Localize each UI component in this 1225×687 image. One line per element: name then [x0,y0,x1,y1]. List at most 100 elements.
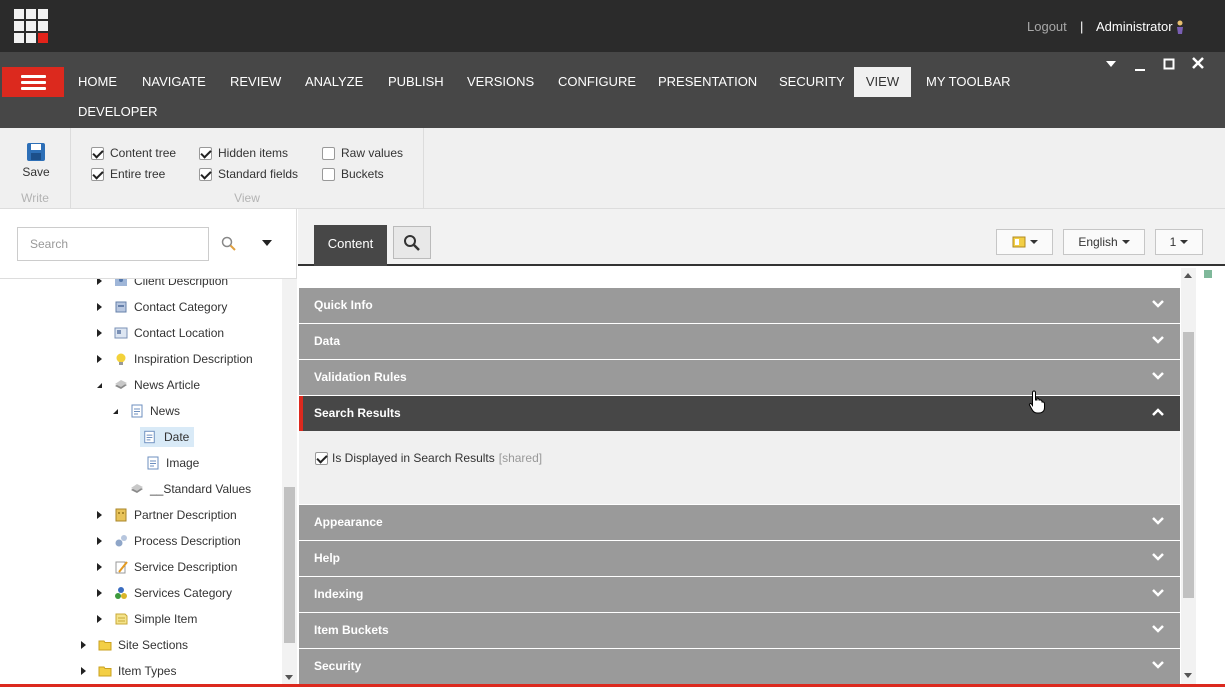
scroll-down-icon[interactable] [1184,673,1192,678]
hidden-items-option[interactable]: Hidden items [199,146,288,160]
content-tree-pane: Client Description Contact Category Cont… [0,209,297,687]
tree-node[interactable]: Date [140,427,195,447]
tab-versions[interactable]: VERSIONS [455,67,546,97]
save-label: Save [22,165,50,179]
tab-search[interactable] [393,226,431,259]
tab-my-toolbar[interactable]: MY TOOLBAR [914,67,1023,97]
expand-arrow-icon[interactable] [97,329,102,337]
raw-values-option[interactable]: Raw values [322,146,403,160]
tree-node[interactable]: Simple Item [97,609,197,629]
expand-arrow-icon[interactable] [97,511,102,519]
tab-developer[interactable]: DEVELOPER [66,97,169,127]
section-help[interactable]: Help [299,541,1180,576]
entire-tree-checkbox[interactable] [91,167,104,181]
save-button[interactable]: Save [18,142,54,179]
version-dropdown[interactable]: 1 [1155,229,1203,255]
standard-fields-option[interactable]: Standard fields [199,167,298,181]
content-scrollbar-thumb[interactable] [1183,332,1194,598]
expand-arrow-icon[interactable] [97,563,102,571]
tree-node[interactable]: __Standard Values [130,479,251,499]
tab-navigate[interactable]: NAVIGATE [130,67,218,97]
user-name[interactable]: Administrator [1096,19,1173,34]
tab-content[interactable]: Content [314,225,387,266]
tree-node[interactable]: Services Category [97,583,232,603]
buckets-checkbox[interactable] [322,167,335,181]
expand-arrow-icon[interactable] [81,641,86,649]
tree-node[interactable]: Partner Description [97,505,237,525]
entire-tree-option[interactable]: Entire tree [91,167,165,181]
content-tree-checkbox[interactable] [91,146,104,160]
expand-arrow-icon[interactable] [81,667,86,675]
collapse-arrow-icon[interactable] [113,409,118,414]
entire-tree-label: Entire tree [110,167,166,181]
collapse-arrow-icon[interactable] [97,383,102,388]
section-validation-rules[interactable]: Validation Rules [299,360,1180,395]
is-displayed-in-search-results-field[interactable]: Is Displayed in Search Results [shared] [315,451,542,465]
tree-node[interactable]: Item Types [81,661,176,681]
service-icon [115,561,128,574]
scroll-down-icon[interactable] [285,675,293,680]
tree-node[interactable]: Service Description [97,557,237,577]
tab-security[interactable]: SECURITY [767,67,857,97]
expand-arrow-icon[interactable] [97,303,102,311]
buckets-label: Buckets [341,167,384,181]
tab-publish[interactable]: PUBLISH [376,67,456,97]
close-icon[interactable] [1192,57,1204,69]
user-avatar-icon[interactable] [1175,19,1185,35]
maximize-icon[interactable] [1163,58,1175,70]
caret-down-icon [1121,240,1130,244]
tree-node[interactable]: Contact Category [97,297,227,317]
search-icon[interactable] [221,236,237,252]
gallery-dropdown[interactable] [996,229,1053,255]
tree-node[interactable]: News Article [97,375,200,395]
section-indexing[interactable]: Indexing [299,577,1180,612]
caret-down-icon [1029,240,1038,244]
chevron-down-icon [1152,517,1164,525]
section-quick-info[interactable]: Quick Info [299,288,1180,323]
tree-scrollbar[interactable] [282,279,297,687]
tree-node[interactable]: Process Description [97,531,241,551]
tree-node[interactable]: Client Description [97,279,228,291]
tab-home[interactable]: HOME [66,67,129,97]
expand-arrow-icon[interactable] [97,589,102,597]
tab-configure[interactable]: CONFIGURE [546,67,648,97]
language-dropdown[interactable]: English [1063,229,1145,255]
section-data[interactable]: Data [299,324,1180,359]
scroll-up-icon[interactable] [1184,273,1192,278]
section-search-results[interactable]: Search Results [299,396,1180,431]
expand-arrow-icon[interactable] [97,279,102,285]
hidden-items-checkbox[interactable] [199,146,212,160]
expand-arrow-icon[interactable] [97,355,102,363]
search-input[interactable] [17,227,209,261]
expand-arrow-icon[interactable] [97,615,102,623]
hand-cursor-icon [1028,390,1045,414]
tree-node[interactable]: Site Sections [81,635,188,655]
tab-review[interactable]: REVIEW [218,67,293,97]
tree-node[interactable]: Image [146,453,199,473]
raw-values-checkbox[interactable] [322,146,335,160]
tree-node[interactable]: Inspiration Description [97,349,253,369]
buckets-option[interactable]: Buckets [322,167,384,181]
tree-scrollbar-thumb[interactable] [284,487,295,643]
tree-node[interactable]: Contact Location [97,323,224,343]
minimize-icon[interactable] [1134,60,1146,72]
tab-view[interactable]: VIEW [854,67,911,97]
chevron-down-icon [1152,300,1164,308]
search-options-dropdown-icon[interactable] [262,240,272,246]
tab-analyze[interactable]: ANALYZE [293,67,375,97]
tree-node[interactable]: News [113,401,180,421]
sitecore-launchpad-icon[interactable] [14,9,48,43]
section-item-buckets[interactable]: Item Buckets [299,613,1180,648]
content-tree-option[interactable]: Content tree [91,146,176,160]
tab-presentation[interactable]: PRESENTATION [646,67,769,97]
content-scrollbar[interactable] [1181,268,1196,687]
section-security[interactable]: Security [299,649,1180,684]
ribbon-collapse-icon[interactable] [1106,61,1116,67]
logout-link[interactable]: Logout [1027,19,1067,34]
floppy-disk-icon [27,143,45,161]
is-displayed-in-search-results-checkbox[interactable] [315,451,328,465]
expand-arrow-icon[interactable] [97,537,102,545]
standard-fields-checkbox[interactable] [199,167,212,181]
hamburger-menu-icon[interactable] [2,67,64,97]
section-appearance[interactable]: Appearance [299,505,1180,540]
